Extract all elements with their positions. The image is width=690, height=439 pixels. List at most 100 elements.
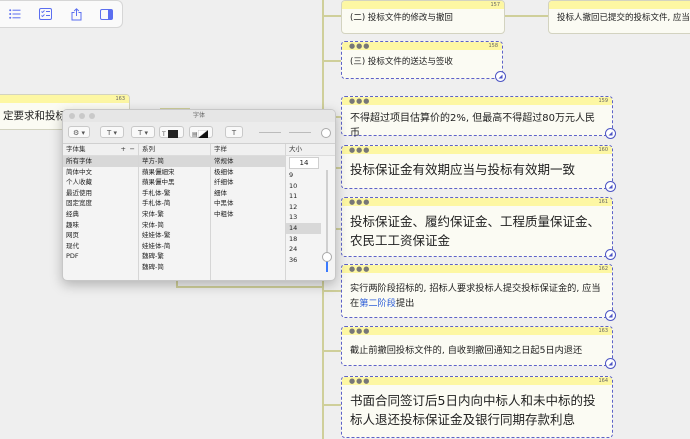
collection-item[interactable]: 网页 [63, 230, 138, 241]
list-icon[interactable] [6, 5, 24, 23]
text-shadow-button[interactable]: T [225, 126, 243, 138]
column-header: 字样 [211, 144, 285, 156]
card-link[interactable]: 第二阶段 [359, 298, 396, 309]
collection-item[interactable]: 现代 [63, 241, 138, 252]
drag-handle-icon[interactable]: ●●● [349, 98, 370, 105]
card-number: 161 [598, 199, 608, 205]
topic-card[interactable]: ●●● 159 不得超过项目估算价的2%, 但最高不得超过80万元人民币 [341, 96, 616, 139]
drag-handle-icon[interactable]: ●●● [349, 378, 370, 385]
share-icon[interactable] [67, 5, 85, 23]
font-panel-toolbar: ⚙ ▾ T ▾ T ▾ T ▤ T [63, 122, 335, 144]
collection-item[interactable]: 所有字体 [63, 156, 138, 167]
topic-card[interactable]: ●●● 163 截止前撤回投标文件的, 自收到撤回通知之日起5日内退还 [341, 326, 616, 369]
strikethrough-menu[interactable]: T ▾ [131, 126, 155, 138]
document-color-button[interactable]: ▤ [189, 126, 213, 139]
size-slider-knob[interactable] [322, 251, 332, 262]
typeface-item[interactable]: 常规体 [211, 156, 285, 167]
collection-item[interactable]: 个人收藏 [63, 177, 138, 188]
family-item[interactable]: 蘋果儷中黑 [139, 177, 210, 188]
column-header: 系列 [139, 144, 210, 156]
drag-handle-icon[interactable]: ●●● [349, 147, 370, 154]
checklist-icon[interactable] [37, 5, 55, 23]
add-collection-button[interactable]: + [121, 144, 126, 155]
expand-icon[interactable] [605, 310, 616, 321]
drag-handle-icon[interactable]: ●●● [349, 266, 370, 273]
typeface-item[interactable]: 极细体 [211, 167, 285, 178]
drag-handle-icon[interactable]: ●●● [349, 43, 370, 50]
family-item[interactable]: 魏碑-繁 [139, 251, 210, 262]
card-number: 160 [598, 147, 608, 153]
family-item[interactable]: 手札体-繁 [139, 188, 210, 199]
family-item[interactable]: 宋体-繁 [139, 209, 210, 220]
sidebar-icon[interactable] [98, 5, 116, 23]
expand-icon[interactable] [605, 181, 616, 192]
family-item[interactable]: 蘋果儷細宋 [139, 167, 210, 178]
underline-menu[interactable]: T ▾ [100, 126, 124, 138]
family-item[interactable]: 手札体-简 [139, 198, 210, 209]
tree-connector [322, 404, 342, 406]
typeface-item[interactable]: 细体 [211, 188, 285, 199]
collection-item[interactable]: 固定宽度 [63, 198, 138, 209]
size-item[interactable]: 18 [286, 234, 321, 245]
gear-icon[interactable]: ⚙ ▾ [68, 126, 90, 138]
family-item[interactable]: 娃娃体-繁 [139, 230, 210, 241]
topic-card[interactable]: ●●● 162 实行两阶段招标的, 招标人要求投标人提交投标保证金的, 应当在第… [341, 264, 616, 321]
column-header: 大小 [286, 144, 335, 156]
card-text: (二) 投标文件的修改与撤回 [350, 13, 453, 23]
collection-item[interactable]: 经典 [63, 209, 138, 220]
topic-card[interactable]: 157 (二) 投标文件的修改与撤回 [341, 0, 505, 34]
card-number: 162 [598, 266, 608, 272]
topic-card[interactable]: ●●● 164 书面合同签订后5日内向中标人和未中标的投标人退还投标保证金及银行… [341, 376, 613, 438]
size-slider[interactable] [322, 170, 332, 272]
expand-icon[interactable] [495, 71, 506, 82]
card-text: 实行两阶段招标的, 招标人要求投标人提交投标保证金的, 应当在第二阶段提出 [350, 281, 604, 311]
family-item[interactable]: 魏碑-简 [139, 262, 210, 273]
typeface-item[interactable]: 中粗体 [211, 209, 285, 220]
size-item[interactable]: 36 [286, 255, 321, 266]
card-number: 159 [598, 98, 608, 104]
text-color-button[interactable]: T [159, 126, 184, 138]
collection-item[interactable]: 趣味 [63, 220, 138, 231]
expand-icon[interactable] [605, 128, 616, 139]
typeface-item[interactable]: 中黑体 [211, 198, 285, 209]
family-item[interactable]: 苹方-简 [139, 156, 210, 167]
expand-icon[interactable] [605, 249, 616, 260]
size-item[interactable]: 12 [286, 202, 321, 213]
column-header: 字体集 + − [63, 144, 138, 156]
topic-card[interactable]: ●●● 161 投标保证金、履约保证金、工程质量保证金、农民工工资保证金 [341, 197, 616, 260]
collections-header: 字体集 [66, 145, 86, 153]
size-item[interactable]: 10 [286, 181, 321, 192]
card-header [342, 1, 504, 9]
shadow-blur-slider[interactable] [289, 132, 311, 133]
remove-collection-button[interactable]: − [130, 144, 135, 155]
shadow-angle-dial[interactable] [321, 128, 331, 138]
size-item[interactable]: 13 [286, 212, 321, 223]
collection-item[interactable]: PDF [63, 251, 138, 262]
card-header [342, 265, 612, 273]
topic-card[interactable]: ●●● 158 (三) 投标文件的送达与签收 [341, 41, 506, 82]
size-item[interactable]: 24 [286, 244, 321, 255]
card-text: 投标保证金、履约保证金、工程质量保证金、农民工工资保证金 [350, 214, 601, 248]
drag-handle-icon[interactable]: ●●● [349, 199, 370, 206]
family-item[interactable]: 娃娃体-简 [139, 241, 210, 252]
card-header [342, 97, 612, 105]
card-number: 164 [598, 378, 608, 384]
typeface-item[interactable]: 纤细体 [211, 177, 285, 188]
font-panel-title: 字体 [192, 112, 205, 119]
tree-connector [322, 15, 342, 17]
drag-handle-icon[interactable]: ●●● [349, 328, 370, 335]
topic-card[interactable]: ●●● 160 投标保证金有效期应当与投标有效期一致 [341, 145, 616, 192]
collection-item[interactable]: 简体中文 [63, 167, 138, 178]
text-color-swatch [167, 130, 178, 138]
shadow-opacity-slider[interactable] [259, 132, 281, 133]
size-input[interactable]: 14 [289, 157, 319, 169]
families-list: 苹方-简 蘋果儷細宋 蘋果儷中黑 手札体-繁 手札体-简 宋体-繁 宋体-简 娃娃体-繁 娃娃体… [139, 156, 210, 273]
size-item[interactable]: 9 [286, 170, 321, 181]
collection-item[interactable]: 最近使用 [63, 188, 138, 199]
expand-icon[interactable] [605, 358, 616, 369]
size-item[interactable]: 11 [286, 191, 321, 202]
card-text: 截止前撤回投标文件的, 自收到撤回通知之日起5日内退还 [350, 345, 583, 356]
family-item[interactable]: 宋体-简 [139, 220, 210, 231]
topic-card[interactable]: 投标人撤回已提交的投标文件, 应当在投标截 [548, 0, 690, 34]
size-item[interactable]: 14 [286, 222, 321, 234]
